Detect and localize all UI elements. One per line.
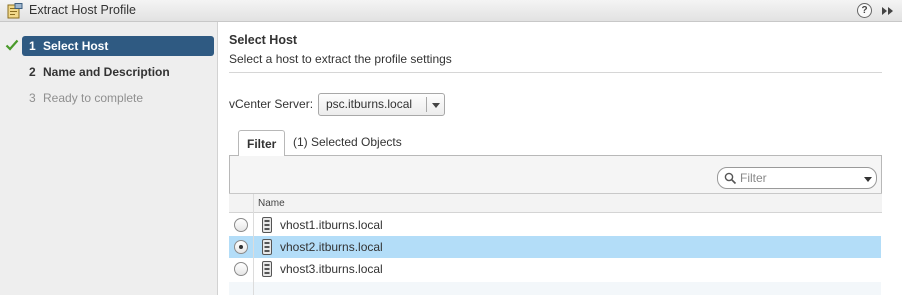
filter-input[interactable]: Filter [717, 167, 877, 189]
checkmark-icon [5, 39, 19, 51]
page-subtitle: Select a host to extract the profile set… [229, 52, 452, 66]
wizard-steps-sidebar: 1 Select Host 2 Name and Description 3 R… [0, 22, 218, 295]
tab-filter[interactable]: Filter [238, 130, 285, 156]
filter-placeholder: Filter [740, 171, 767, 185]
host-radio-button[interactable] [234, 240, 248, 254]
column-header-name[interactable]: Name [258, 198, 285, 209]
host-grid: Name vhost1.itburns.local vhost2.itburns… [229, 193, 882, 295]
vcenter-server-label: vCenter Server: [229, 97, 314, 111]
step-select-host[interactable]: 1 Select Host [0, 36, 218, 56]
title-bar: Extract Host Profile ? [0, 0, 902, 22]
step-number: 1 [29, 39, 36, 53]
chevron-down-icon [432, 103, 440, 108]
host-name: vhost1.itburns.local [280, 218, 383, 232]
tab-selected-objects[interactable]: (1) Selected Objects [293, 135, 402, 149]
step-number: 2 [29, 65, 36, 79]
page-title: Select Host [229, 33, 298, 47]
vcenter-server-dropdown[interactable]: psc.itburns.local [318, 93, 445, 116]
step-label: Select Host [43, 39, 109, 53]
chevron-down-icon[interactable] [864, 177, 872, 182]
grid-header: Name [229, 194, 882, 213]
table-row[interactable]: vhost2.itburns.local [229, 236, 881, 258]
window-title: Extract Host Profile [29, 3, 136, 17]
host-radio-button[interactable] [234, 262, 248, 276]
column-separator [253, 194, 254, 295]
host-server-icon [262, 239, 272, 255]
step-number: 3 [29, 91, 36, 105]
radio-selected-dot [239, 245, 243, 249]
host-name: vhost2.itburns.local [280, 240, 383, 254]
dropdown-separator [426, 97, 427, 112]
host-radio-button[interactable] [234, 218, 248, 232]
double-chevron-right-icon[interactable] [879, 4, 895, 18]
step-ready-to-complete: 3 Ready to complete [0, 88, 218, 108]
extract-profile-icon [7, 3, 23, 19]
host-name: vhost3.itburns.local [280, 262, 383, 276]
host-server-icon [262, 261, 272, 277]
empty-grid-row [229, 282, 881, 295]
step-label: Name and Description [43, 65, 170, 79]
step-label: Ready to complete [43, 91, 144, 105]
vcenter-server-value: psc.itburns.local [326, 97, 413, 111]
step-name-and-description[interactable]: 2 Name and Description [0, 62, 218, 82]
host-server-icon [262, 217, 272, 233]
search-icon [724, 172, 737, 185]
help-icon[interactable]: ? [857, 3, 872, 18]
header-divider [229, 72, 882, 73]
table-row[interactable]: vhost3.itburns.local [229, 258, 881, 280]
table-row[interactable]: vhost1.itburns.local [229, 214, 881, 236]
tab-filter-label: Filter [247, 137, 277, 151]
